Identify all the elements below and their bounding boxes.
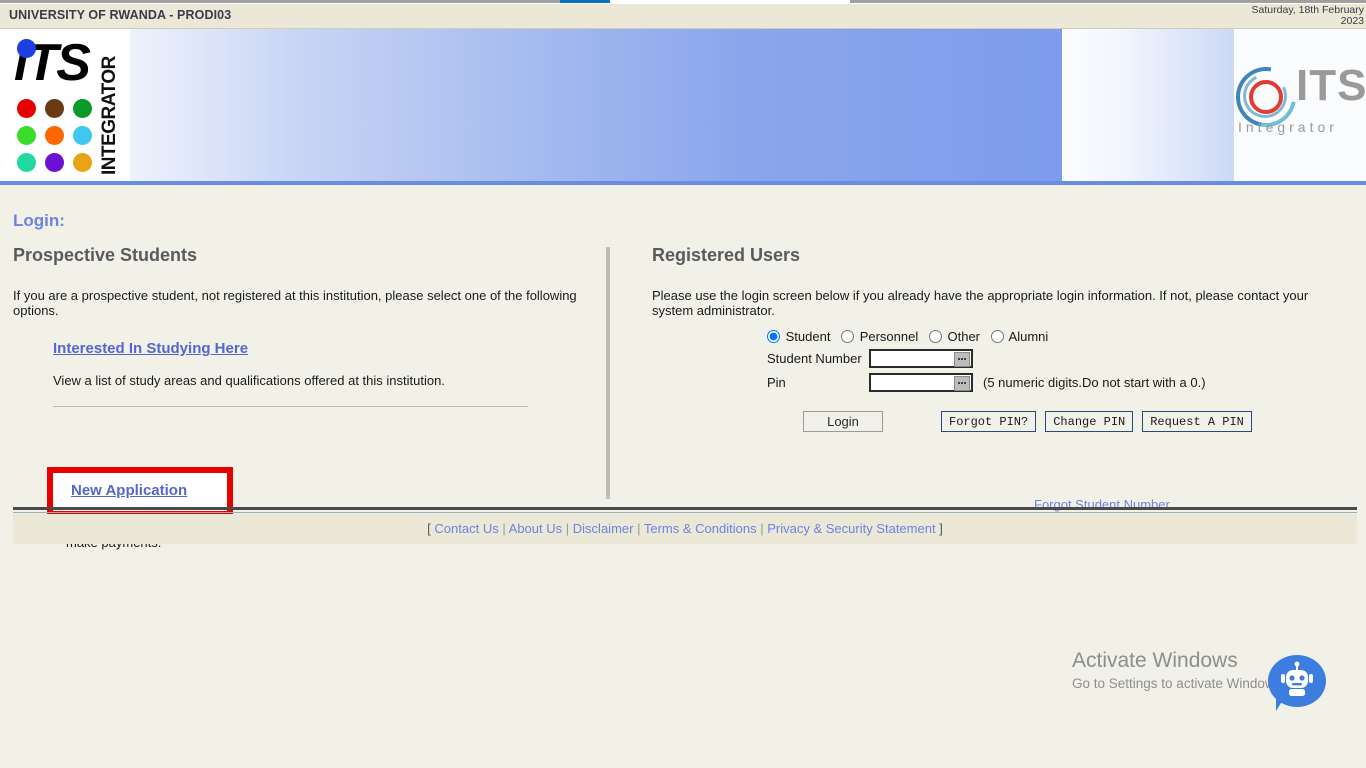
its-logo-dot-6 (73, 126, 92, 145)
new-application-link[interactable]: New Application (71, 482, 187, 499)
its-logo-integrator-vertical: INTEGRATOR (96, 35, 120, 177)
radio-student[interactable] (767, 330, 780, 343)
footer-separator-3: | (637, 521, 640, 536)
pin-field-wrap (869, 373, 973, 392)
footer-link-contact-us[interactable]: Contact Us (434, 521, 498, 536)
institution-name: UNIVERSITY OF RWANDA - PRODI03 (9, 8, 231, 22)
user-type-option-student[interactable]: Student (767, 329, 834, 344)
banner-gradient-right (1062, 29, 1234, 181)
forgot-pin-button[interactable]: Forgot PIN? (941, 411, 1036, 432)
student-number-field-wrap (869, 349, 973, 368)
user-type-label-personnel: Personnel (860, 329, 919, 344)
prospective-students-panel: Prospective Students If you are a prospe… (13, 245, 598, 407)
its-logo-dot-1 (17, 99, 36, 118)
user-type-option-personnel[interactable]: Personnel (841, 329, 922, 344)
footer-link-privacy-security[interactable]: Privacy & Security Statement (767, 521, 935, 536)
footer-divider-light (13, 512, 1357, 513)
radio-personnel[interactable] (841, 330, 854, 343)
loading-strip-left (0, 0, 560, 3)
footer-link-about-us[interactable]: About Us (509, 521, 562, 536)
robot-icon (1268, 655, 1326, 707)
column-divider (606, 247, 610, 499)
pin-hint: (5 numeric digits.Do not start with a 0.… (983, 375, 1206, 390)
footer-separator-1: | (502, 521, 505, 536)
pin-label: Pin (767, 375, 869, 390)
user-type-option-other[interactable]: Other (929, 329, 984, 344)
date-line-2: 2023 (1341, 15, 1364, 27)
footer-link-terms-conditions[interactable]: Terms & Conditions (644, 521, 757, 536)
current-date: Saturday, 18th February 2023 (1164, 5, 1364, 27)
registered-users-title: Registered Users (652, 245, 1332, 266)
its-logo: iTS INTEGRATOR (8, 31, 130, 181)
prospective-students-intro: If you are a prospective student, not re… (13, 288, 598, 318)
footer: [ Contact Us | About Us | Disclaimer | T… (13, 514, 1357, 544)
its-integrator-subtitle: Integrator (1238, 119, 1338, 135)
footer-open-bracket: [ (427, 521, 431, 536)
its-logo-dot-4 (17, 126, 36, 145)
login-button-row: Login Forgot PIN? Change PIN Request A P… (803, 411, 1327, 432)
footer-close-bracket: ] (939, 521, 943, 536)
footer-separator-2: | (566, 521, 569, 536)
ring-inner (1249, 80, 1283, 114)
student-number-label: Student Number (767, 351, 869, 366)
prospective-students-title: Prospective Students (13, 245, 598, 266)
its-integrator-title: ITS (1296, 61, 1366, 111)
interested-in-studying-here-link[interactable]: Interested In Studying Here (53, 340, 248, 357)
login-button[interactable]: Login (803, 411, 883, 432)
pin-autofill-icon[interactable] (954, 376, 970, 391)
its-logo-dot-5 (45, 126, 64, 145)
banner-accent-bar (0, 181, 1366, 185)
section-separator (53, 406, 528, 407)
footer-separator-4: | (760, 521, 763, 536)
header-banner: iTS INTEGRATOR ITS Integrator (0, 29, 1366, 185)
page-title: Login: (13, 211, 65, 231)
its-logo-dot-3 (73, 99, 92, 118)
user-type-label-other: Other (948, 329, 981, 344)
loading-strip-mid (610, 0, 850, 3)
its-logo-dot-9 (73, 153, 92, 172)
student-number-row: Student Number (767, 347, 1327, 369)
user-type-radio-group: Student Personnel Other Alumni (767, 329, 1327, 345)
radio-other[interactable] (929, 330, 942, 343)
login-form: Student Personnel Other Alumni Student N… (767, 329, 1327, 432)
its-integrator-logo: ITS Integrator (1234, 57, 1366, 153)
user-type-label-student: Student (786, 329, 831, 344)
request-pin-button[interactable]: Request A PIN (1142, 411, 1252, 432)
pin-row: Pin (5 numeric digits.Do not start with … (767, 371, 1327, 393)
footer-divider (13, 507, 1357, 510)
footer-link-disclaimer[interactable]: Disclaimer (573, 521, 634, 536)
study-here-block: Interested In Studying Here View a list … (53, 318, 598, 388)
concentric-rings-icon (1236, 67, 1294, 125)
registered-users-panel: Registered Users Please use the login sc… (652, 245, 1332, 318)
its-logo-dot-blue (17, 39, 36, 58)
title-bar: UNIVERSITY OF RWANDA - PRODI03 Saturday,… (0, 4, 1366, 29)
banner-gradient-main (130, 29, 1062, 181)
registered-users-intro: Please use the login screen below if you… (652, 288, 1332, 318)
user-type-label-alumni: Alumni (1009, 329, 1049, 344)
radio-alumni[interactable] (991, 330, 1004, 343)
user-type-option-alumni[interactable]: Alumni (991, 329, 1049, 344)
loading-strip-progress (560, 0, 610, 3)
chatbot-button[interactable] (1268, 655, 1328, 717)
student-number-autofill-icon[interactable] (954, 352, 970, 367)
its-logo-dot-8 (45, 153, 64, 172)
loading-strip-right (850, 0, 1366, 3)
change-pin-button[interactable]: Change PIN (1045, 411, 1133, 432)
its-logo-integrator-text: INTEGRATOR (99, 56, 121, 175)
its-logo-dot-2 (45, 99, 64, 118)
study-here-note: View a list of study areas and qualifica… (53, 373, 598, 388)
its-logo-dot-7 (17, 153, 36, 172)
